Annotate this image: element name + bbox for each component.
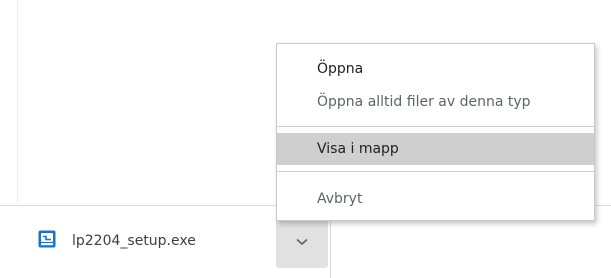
menu-item-cancel[interactable]: Avbryt	[277, 186, 594, 212]
installer-file-icon	[38, 230, 56, 248]
chevron-down-icon	[296, 238, 308, 246]
download-context-menu: Öppna Öppna alltid filer av denna typ Vi…	[276, 43, 595, 221]
menu-separator	[277, 126, 594, 127]
menu-separator	[277, 171, 594, 172]
menu-item-open[interactable]: Öppna	[277, 56, 594, 82]
menu-item-show-in-folder[interactable]: Visa i mapp	[277, 133, 594, 165]
download-menu-button[interactable]	[276, 218, 328, 268]
page-divider	[17, 0, 18, 205]
download-file-name[interactable]: lp2204_setup.exe	[72, 232, 196, 250]
menu-item-always-open[interactable]: Öppna alltid filer av denna typ	[277, 89, 594, 115]
